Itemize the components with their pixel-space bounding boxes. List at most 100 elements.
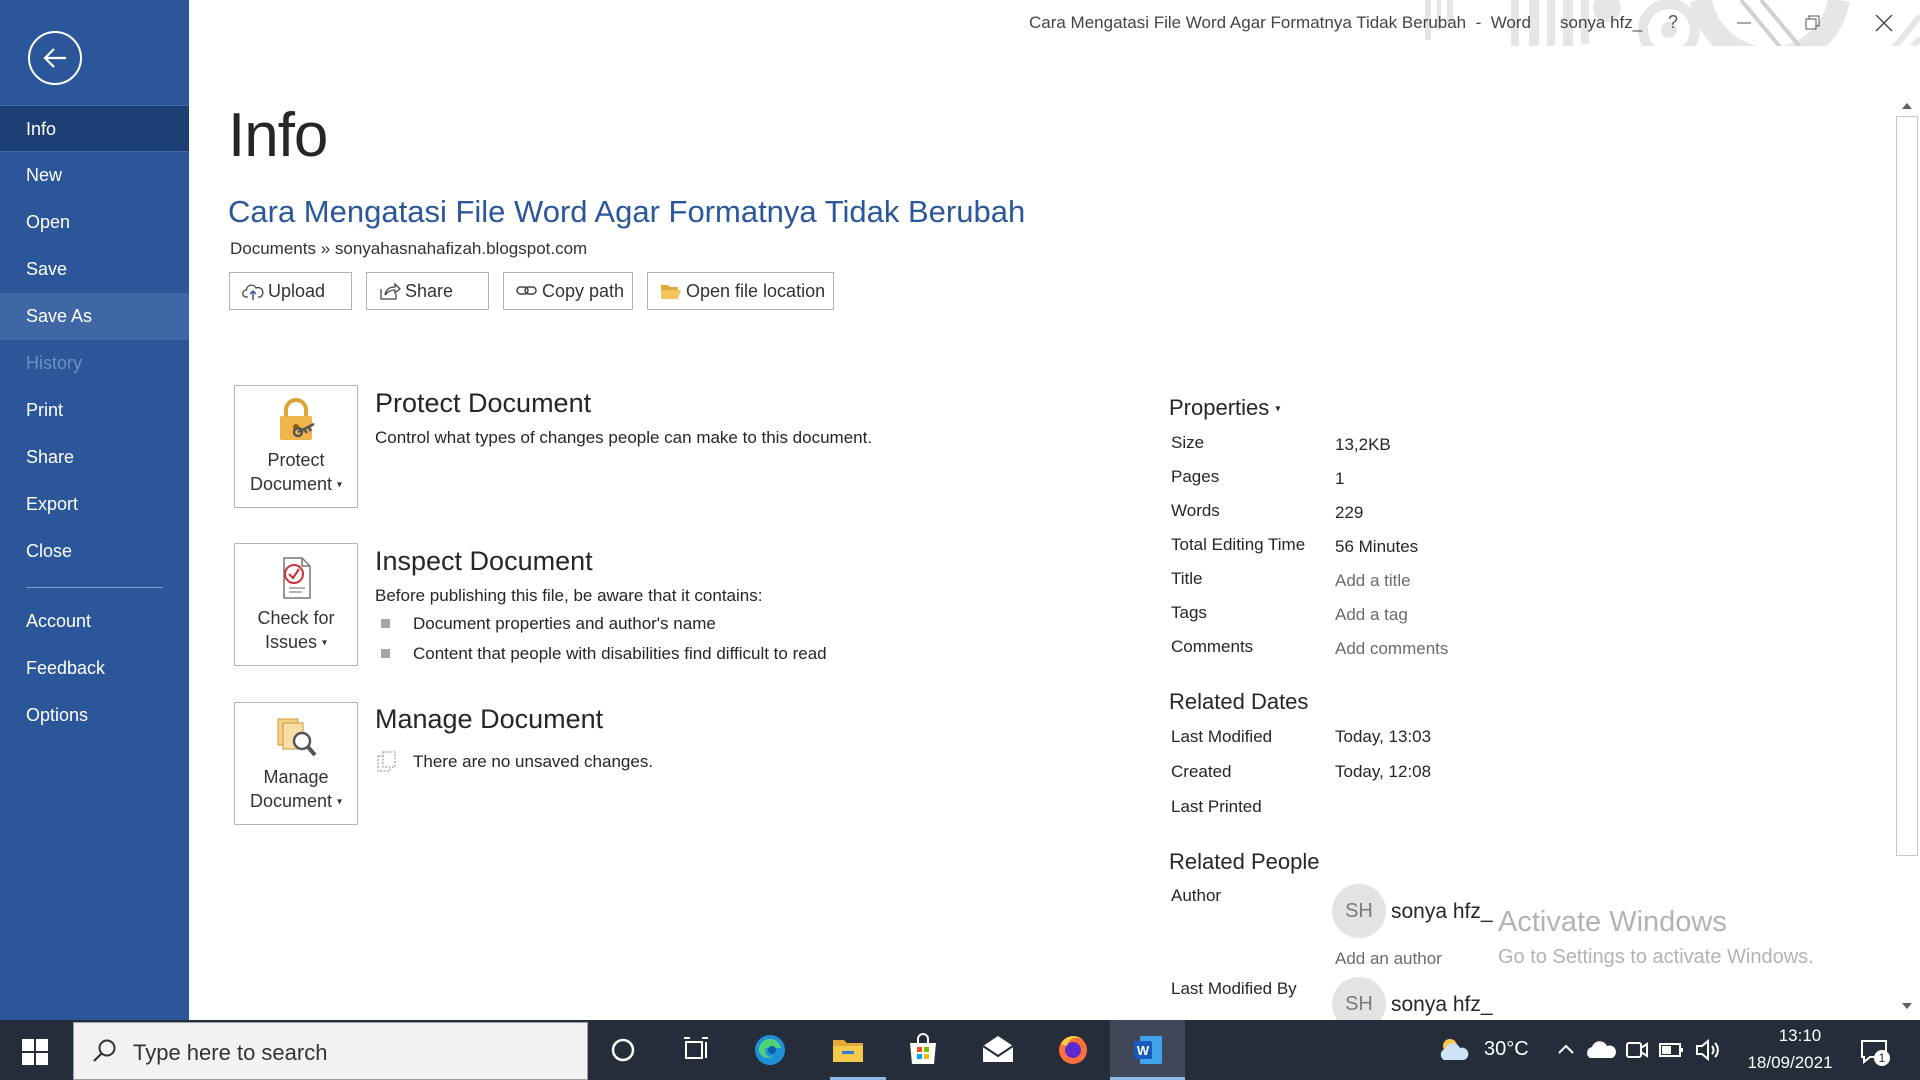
weather-cloudy-icon[interactable] [1436, 1032, 1472, 1068]
help-button[interactable]: ? [1668, 12, 1678, 33]
nav-share[interactable]: Share [0, 434, 189, 481]
manage-document-title: Manage Document [375, 704, 604, 734]
prop-label: Title [1171, 569, 1203, 588]
word-icon[interactable]: W [1130, 1032, 1166, 1068]
activate-windows-title: Activate Windows [1498, 906, 1727, 938]
prop-label: Tags [1171, 603, 1207, 622]
last-modified-by-name[interactable]: sonya hfz_ [1391, 993, 1493, 1017]
nav-divider [26, 587, 163, 588]
activate-windows-subtitle: Go to Settings to activate Windows. [1498, 946, 1814, 968]
prop-label: Size [1171, 433, 1205, 452]
action-center-button[interactable]: 1 [1856, 1033, 1892, 1069]
properties-dropdown[interactable]: Properties ▾ [1169, 395, 1280, 421]
onedrive-icon[interactable] [1583, 1032, 1619, 1068]
author-label: Author [1171, 886, 1222, 905]
protect-document-desc: Control what types of changes people can… [375, 428, 873, 447]
prop-label: Words [1171, 501, 1220, 520]
protect-document-title: Protect Document [375, 388, 592, 418]
manage-document-button[interactable]: Manage Document ▾ [234, 702, 358, 825]
chevron-down-icon: ▾ [337, 479, 343, 491]
task-view-icon[interactable] [678, 1032, 714, 1068]
battery-icon[interactable] [1653, 1032, 1689, 1068]
nav-close[interactable]: Close [0, 528, 189, 575]
inspect-item: Document properties and author's name [413, 614, 716, 633]
scroll-up-icon[interactable] [1899, 98, 1915, 114]
taskbar-search-placeholder: Type here to search [133, 1040, 328, 1065]
clock-time[interactable]: 13:10 [1760, 1026, 1840, 1046]
mail-icon[interactable] [980, 1032, 1016, 1068]
check-issues-label-2: Issues [264, 632, 317, 652]
open-file-location-button[interactable]: Open file location [647, 272, 834, 310]
firefox-icon[interactable] [1055, 1032, 1091, 1068]
copy-path-label: Copy path [542, 281, 625, 301]
copy-path-button[interactable]: Copy path [503, 272, 633, 310]
close-window-button[interactable] [1869, 8, 1899, 38]
nav-open[interactable]: Open [0, 199, 189, 246]
chevron-down-icon: ▾ [1275, 403, 1281, 415]
manage-button-label-2: Document [249, 791, 332, 811]
close-icon [1875, 14, 1893, 32]
scrollbar-thumb[interactable] [1896, 116, 1918, 856]
share-button[interactable]: Share [366, 272, 489, 310]
protect-document-button[interactable]: Protect Document ▾ [234, 385, 358, 508]
open-file-location-label: Open file location [686, 281, 826, 301]
add-comments-field[interactable]: Add comments [1335, 639, 1448, 659]
minimize-button[interactable] [1729, 8, 1759, 38]
back-button[interactable] [28, 31, 82, 85]
prop-value: Today, 13:03 [1335, 727, 1432, 746]
prop-value: Today, 12:08 [1335, 762, 1432, 781]
upload-label: Upload [268, 281, 326, 301]
nav-save[interactable]: Save [0, 246, 189, 293]
clock-date[interactable]: 18/09/2021 [1735, 1053, 1845, 1073]
nav-new[interactable]: New [0, 152, 189, 199]
nav-options[interactable]: Options [0, 692, 189, 739]
inspect-document-icon [283, 557, 311, 599]
author-name[interactable]: sonya hfz_ [1391, 900, 1493, 924]
scroll-down-icon[interactable] [1899, 998, 1915, 1014]
inspect-document-title: Inspect Document [375, 546, 593, 576]
signed-in-user[interactable]: sonya hfz_ [1560, 13, 1642, 33]
volume-icon[interactable] [1690, 1032, 1726, 1068]
prop-label: Last Printed [1171, 797, 1262, 816]
title-bar: Cara Mengatasi File Word Agar Formatnya … [189, 0, 1920, 46]
chevron-up-icon[interactable] [1548, 1032, 1584, 1068]
svg-text:W: W [1137, 1043, 1150, 1058]
nav-account[interactable]: Account [0, 598, 189, 645]
taskbar-search-box[interactable]: Type here to search [73, 1022, 588, 1080]
microsoft-store-icon[interactable] [905, 1032, 941, 1068]
chevron-down-icon: ▾ [337, 796, 343, 808]
link-icon [516, 286, 537, 295]
share-icon [380, 282, 401, 300]
add-tag-field[interactable]: Add a tag [1335, 605, 1408, 625]
restore-button[interactable] [1798, 8, 1828, 38]
prop-label: Created [1171, 762, 1232, 781]
properties-heading: Properties [1169, 395, 1270, 420]
file-explorer-icon[interactable] [830, 1032, 866, 1068]
prop-label: Last Modified [1171, 727, 1273, 746]
add-title-field[interactable]: Add a title [1335, 571, 1411, 591]
share-label: Share [405, 281, 454, 301]
edge-browser-icon[interactable] [752, 1032, 788, 1068]
manage-document-icon [277, 718, 317, 757]
nav-info[interactable]: Info [0, 105, 189, 152]
check-issues-label-1: Check for [257, 608, 335, 628]
meet-now-icon[interactable] [1618, 1032, 1654, 1068]
upload-button[interactable]: Upload [229, 272, 352, 310]
check-for-issues-button[interactable]: Check for Issues ▾ [234, 543, 358, 666]
lock-key-icon [280, 398, 315, 440]
folder-open-icon [661, 285, 681, 299]
inspect-item: Content that people with disabilities fi… [413, 644, 827, 663]
nav-feedback[interactable]: Feedback [0, 645, 189, 692]
cortana-icon[interactable] [605, 1032, 641, 1068]
document-path: Documents » sonyahasnahafizah.blogspot.c… [230, 239, 588, 258]
prop-value: 56 Minutes [1335, 537, 1419, 556]
weather-temperature[interactable]: 30°C [1484, 1038, 1529, 1061]
document-title: Cara Mengatasi File Word Agar Formatnya … [228, 194, 1026, 229]
windows-start-icon[interactable] [22, 1039, 48, 1065]
nav-print[interactable]: Print [0, 387, 189, 434]
bullet-icon [381, 619, 390, 628]
nav-save-as[interactable]: Save As [0, 293, 189, 340]
protect-button-label-2: Document [249, 474, 332, 494]
nav-export[interactable]: Export [0, 481, 189, 528]
add-author-field[interactable]: Add an author [1335, 949, 1442, 969]
